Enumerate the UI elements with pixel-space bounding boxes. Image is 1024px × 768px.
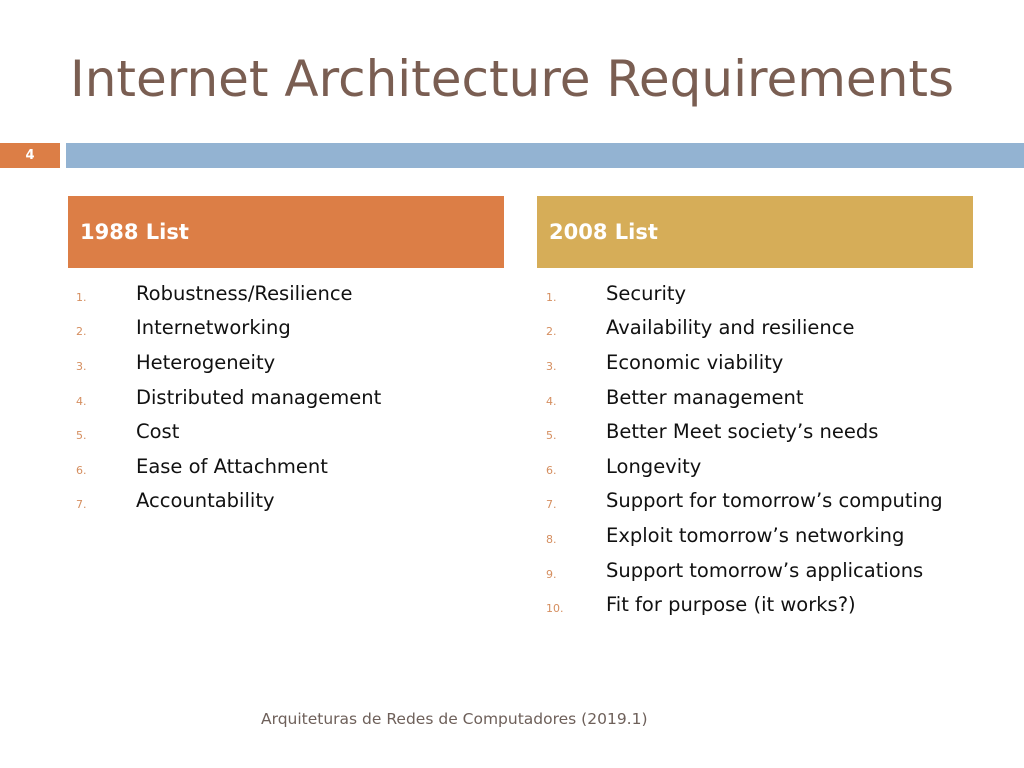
list-item: 6. Ease of Attachment <box>76 449 381 484</box>
item-text: Heterogeneity <box>136 350 276 374</box>
item-text: Fit for purpose (it works?) <box>606 593 856 617</box>
item-number: 3. <box>546 359 557 373</box>
item-text: Exploit tomorrow’s networking <box>606 523 905 547</box>
list-item: 3. Heterogeneity <box>76 345 381 380</box>
slide-footer: Arquiteturas de Redes de Computadores (2… <box>261 710 648 728</box>
item-text: Robustness/Resilience <box>136 281 353 305</box>
list-item: 1. Security <box>546 276 943 311</box>
list-item: 2. Internetworking <box>76 311 381 346</box>
list-item: 10. Fit for purpose (it works?) <box>546 587 943 622</box>
item-text: Security <box>606 281 687 305</box>
item-text: Longevity <box>606 454 702 478</box>
item-number: 1. <box>546 290 557 304</box>
list-1988: 1. Robustness/Resilience 2. Internetworkin… <box>76 276 381 518</box>
list-item: 9. Support tomorrow’s applications <box>546 553 943 588</box>
item-number: 4. <box>546 394 557 408</box>
list-item: 6. Longevity <box>546 449 943 484</box>
item-number: 8. <box>546 532 557 546</box>
item-number: 5. <box>76 429 87 443</box>
item-number: 6. <box>546 463 557 477</box>
title-divider-bar <box>66 143 1024 168</box>
item-text: Better Meet society’s needs <box>606 420 879 444</box>
list-item: 3. Economic viability <box>546 345 943 380</box>
list-item: 8. Exploit tomorrow’s networking <box>546 518 943 553</box>
item-text: Support tomorrow’s applications <box>606 558 924 582</box>
item-number: 2. <box>546 325 557 339</box>
item-number: 3. <box>76 359 87 373</box>
slide-title: Internet Architecture Requirements <box>70 50 955 108</box>
list-item: 1. Robustness/Resilience <box>76 276 381 311</box>
list-item: 4. Better management <box>546 380 943 415</box>
item-number: 10. <box>546 602 564 616</box>
item-text: Accountability <box>136 489 275 513</box>
item-text: Better management <box>606 385 804 409</box>
list-item: 5. Cost <box>76 414 381 449</box>
item-number: 4. <box>76 394 87 408</box>
item-text: Ease of Attachment <box>136 454 328 478</box>
item-number: 6. <box>76 463 87 477</box>
item-number: 9. <box>546 567 557 581</box>
item-number: 2. <box>76 325 87 339</box>
item-text: Support for tomorrow’s computing <box>606 489 943 513</box>
item-number: 5. <box>546 429 557 443</box>
list-2008-header: 2008 List <box>537 196 973 268</box>
item-number: 1. <box>76 290 87 304</box>
list-item: 2. Availability and resilience <box>546 311 943 346</box>
list-item: 5. Better Meet society’s needs <box>546 414 943 449</box>
list-item: 7. Accountability <box>76 484 381 519</box>
item-text: Availability and resilience <box>606 316 855 340</box>
slide-number: 4 <box>0 143 60 168</box>
list-2008: 1. Security 2. Availability and resilience… <box>546 276 943 622</box>
item-text: Internetworking <box>136 316 291 340</box>
item-number: 7. <box>76 498 87 512</box>
item-number: 7. <box>546 498 557 512</box>
item-text: Economic viability <box>606 350 784 374</box>
item-text: Cost <box>136 420 180 444</box>
list-item: 7. Support for tomorrow’s computing <box>546 484 943 519</box>
item-text: Distributed management <box>136 385 382 409</box>
list-1988-header: 1988 List <box>68 196 504 268</box>
list-item: 4. Distributed management <box>76 380 381 415</box>
